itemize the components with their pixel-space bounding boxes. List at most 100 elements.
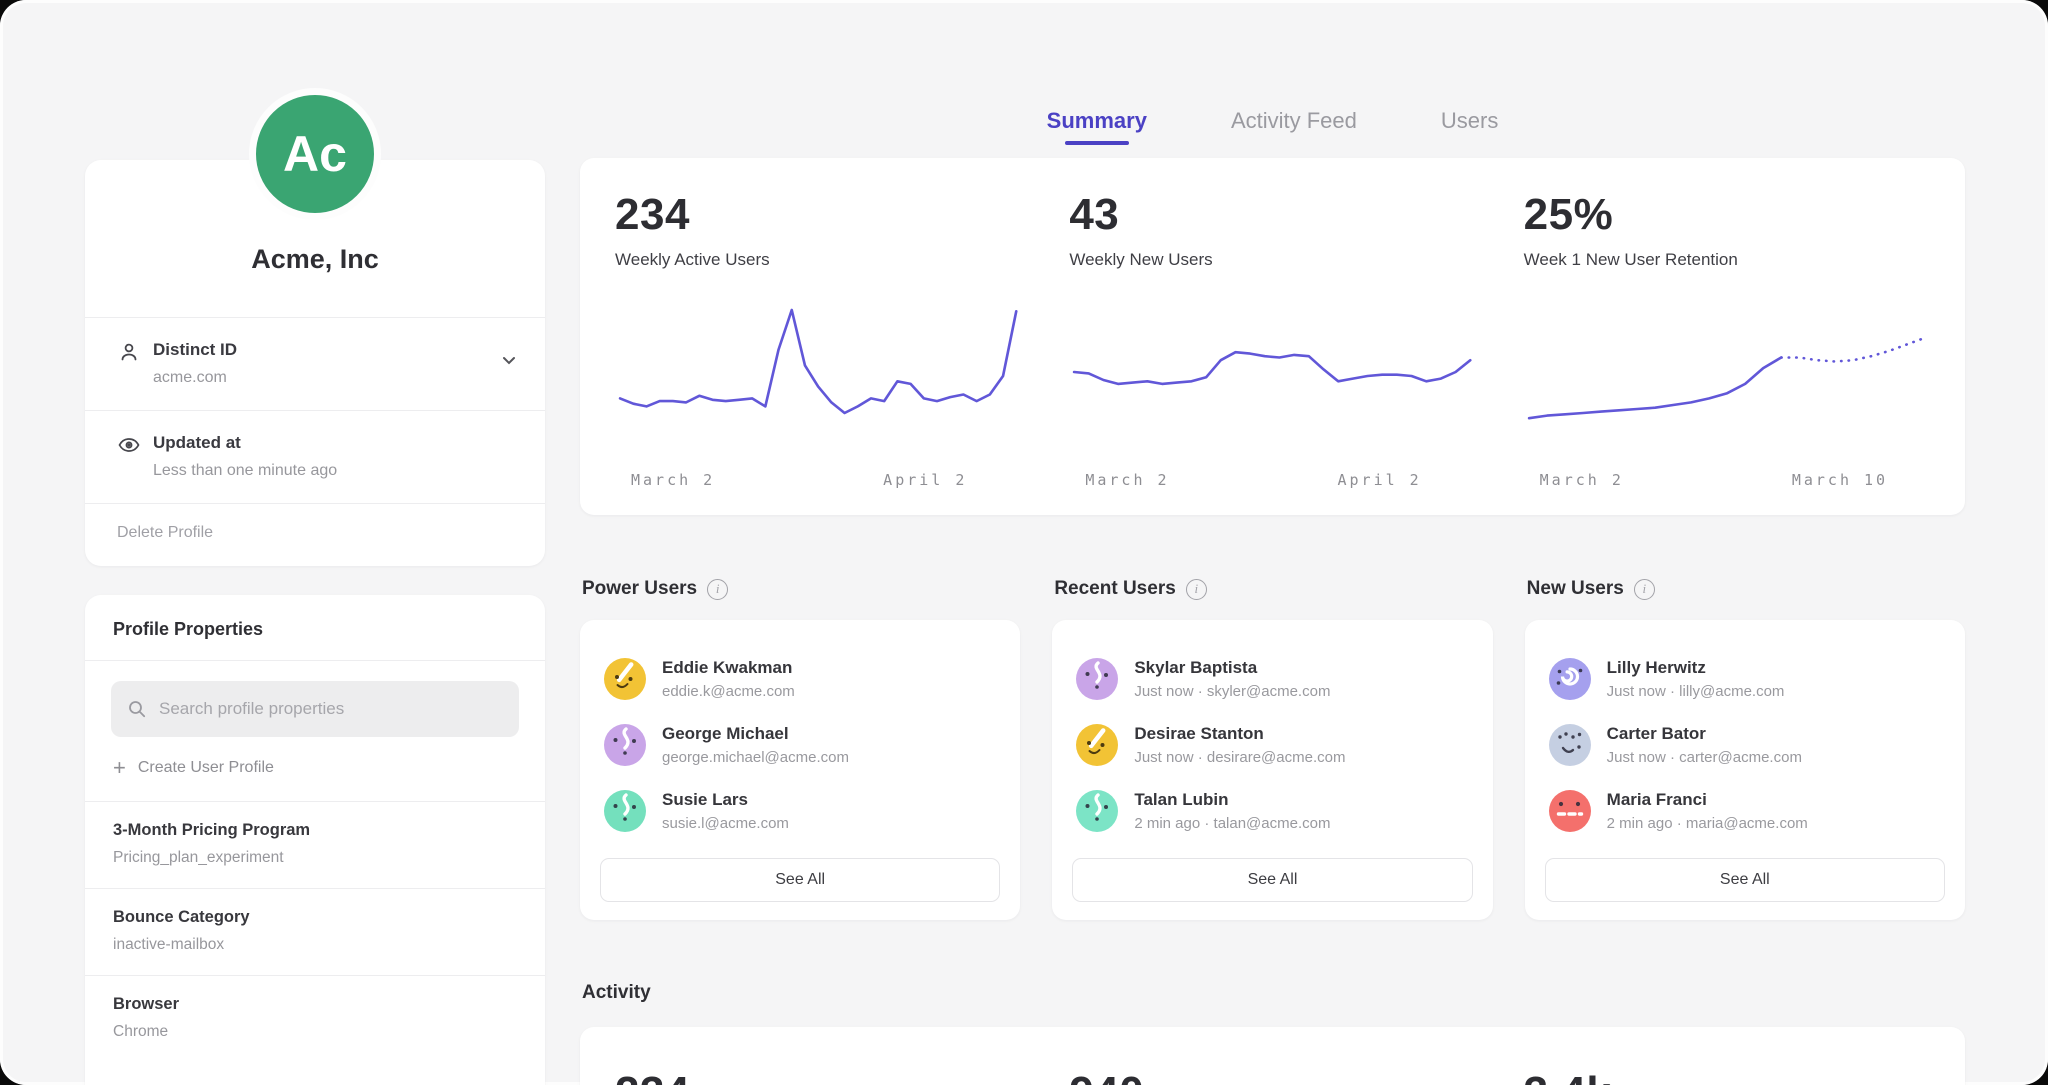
avatar-face-icon bbox=[1549, 724, 1591, 766]
activity-stat-value: 3.4k bbox=[1524, 1068, 1930, 1085]
avatar-initials: Ac bbox=[283, 125, 347, 183]
see-all-button[interactable]: See All bbox=[1545, 858, 1945, 902]
eye-icon bbox=[117, 433, 141, 457]
create-user-profile-button[interactable]: + Create User Profile bbox=[85, 737, 545, 801]
info-icon[interactable]: i bbox=[1634, 579, 1655, 600]
user-avatar bbox=[1076, 724, 1118, 766]
user-name: Carter Bator bbox=[1607, 724, 1802, 744]
user-avatar bbox=[604, 658, 646, 700]
user-avatar bbox=[1549, 724, 1591, 766]
user-row-maria-franci[interactable]: Maria Franci 2 min ago · maria@acme.com bbox=[1545, 778, 1945, 844]
plus-icon: + bbox=[113, 760, 126, 776]
user-list-card: Skylar BaptistaJust now · skyler@acme.co… bbox=[1052, 620, 1492, 920]
property-value: Chrome bbox=[113, 1023, 517, 1041]
create-user-profile-label: Create User Profile bbox=[138, 759, 274, 777]
field-value: Less than one minute ago bbox=[153, 462, 337, 480]
user-row-susie-lars[interactable]: Susie Larssusie.l@acme.com bbox=[600, 778, 1000, 844]
x-axis: March 2April 2 bbox=[615, 471, 1021, 495]
user-text: Susie Larssusie.l@acme.com bbox=[662, 790, 789, 832]
property-label: 3-Month Pricing Program bbox=[113, 821, 517, 840]
user-subtext: eddie.k@acme.com bbox=[662, 683, 795, 700]
user-row-eddie-kwakman[interactable]: Eddie Kwakmaneddie.k@acme.com bbox=[600, 646, 1000, 712]
divider bbox=[85, 660, 545, 661]
activity-stat-value: 234 bbox=[615, 1068, 1021, 1085]
metric-weekly-active-users: 234 Weekly Active Users March 2April 2 bbox=[615, 190, 1021, 495]
user-avatar bbox=[604, 790, 646, 832]
property-value: inactive-mailbox bbox=[113, 936, 517, 954]
user-avatar bbox=[1549, 790, 1591, 832]
user-row-lilly-herwitz[interactable]: Lilly Herwitz Just now · lilly@acme.com bbox=[1545, 646, 1945, 712]
user-name: Lilly Herwitz bbox=[1607, 658, 1785, 678]
profile-properties-list: 3-Month Pricing ProgramPricing_plan_expe… bbox=[85, 801, 545, 1062]
field-label: Updated at bbox=[153, 432, 337, 455]
stat-value: 43 bbox=[1069, 190, 1475, 240]
activity-stat-value: 940 bbox=[1069, 1068, 1475, 1085]
user-subtext: Just now · lilly@acme.com bbox=[1607, 683, 1785, 700]
user-subtext: 2 min ago · talan@acme.com bbox=[1134, 815, 1330, 832]
user-list-card: Eddie Kwakmaneddie.k@acme.com George Mic… bbox=[580, 620, 1020, 920]
user-subtext: 2 min ago · maria@acme.com bbox=[1607, 815, 1808, 832]
stat-label: Weekly Active Users bbox=[615, 250, 1021, 270]
see-all-button[interactable]: See All bbox=[1072, 858, 1472, 902]
info-icon[interactable]: i bbox=[1186, 579, 1207, 600]
x-tick: March 2 bbox=[631, 471, 715, 489]
tab-users[interactable]: Users bbox=[1441, 108, 1498, 145]
user-text: Lilly Herwitz Just now · lilly@acme.com bbox=[1607, 658, 1785, 700]
metric-weekly-new-users: 43Weekly New UsersMarch 2April 2 bbox=[1069, 190, 1475, 495]
avatar-face-icon bbox=[1076, 724, 1118, 766]
user-subtext: george.michael@acme.com bbox=[662, 749, 849, 766]
stat-label: Week 1 New User Retention bbox=[1524, 250, 1930, 270]
user-name: Maria Franci bbox=[1607, 790, 1808, 810]
stat-value: 234 bbox=[615, 190, 1021, 240]
x-tick: March 10 bbox=[1792, 471, 1888, 489]
metric-week-1-new-user-retention: 25%Week 1 New User RetentionMarch 2March… bbox=[1524, 190, 1930, 495]
metrics-chart-card: 234Weekly Active UsersMarch 2April 243We… bbox=[580, 158, 1965, 515]
user-avatar bbox=[1076, 658, 1118, 700]
user-row-carter-bator[interactable]: Carter BatorJust now · carter@acme.com bbox=[1545, 712, 1945, 778]
user-text: Carter BatorJust now · carter@acme.com bbox=[1607, 724, 1802, 766]
info-icon[interactable]: i bbox=[707, 579, 728, 600]
user-subtext: Just now · desirare@acme.com bbox=[1134, 749, 1345, 766]
property-item-3-month-pricing-program[interactable]: 3-Month Pricing ProgramPricing_plan_expe… bbox=[85, 801, 545, 888]
profile-properties-card: Profile Properties + Create User Profile… bbox=[85, 595, 545, 1085]
tab-activity-feed[interactable]: Activity Feed bbox=[1231, 108, 1357, 145]
user-row-desirae-stanton[interactable]: Desirae Stanton Just now · desirare@acme.… bbox=[1072, 712, 1472, 778]
chevron-down-icon bbox=[499, 350, 519, 370]
search-icon bbox=[127, 699, 147, 719]
field-value: acme.com bbox=[153, 369, 237, 387]
field-distinct-id[interactable]: Distinct ID acme.com bbox=[85, 317, 545, 410]
company-avatar: Ac bbox=[249, 88, 381, 220]
search-input[interactable] bbox=[157, 698, 503, 720]
property-item-browser[interactable]: Browser Chrome bbox=[85, 975, 545, 1062]
user-row-skylar-baptista[interactable]: Skylar BaptistaJust now · skyler@acme.co… bbox=[1072, 646, 1472, 712]
user-text: Desirae Stanton Just now · desirare@acme.… bbox=[1134, 724, 1345, 766]
avatar-face-icon bbox=[604, 724, 646, 766]
section-header: Recent Usersi bbox=[1054, 578, 1492, 600]
delete-profile-button[interactable]: Delete Profile bbox=[85, 503, 545, 566]
search-profile-properties[interactable] bbox=[111, 681, 519, 737]
section-recent-users: Recent Usersi Skylar BaptistaJust now · … bbox=[1052, 578, 1492, 920]
section-title: Power Users bbox=[582, 578, 697, 600]
x-tick: April 2 bbox=[1338, 471, 1422, 489]
section-header: New Usersi bbox=[1527, 578, 1965, 600]
user-row-talan-lubin[interactable]: Talan Lubin2 min ago · talan@acme.com bbox=[1072, 778, 1472, 844]
avatar-face-icon bbox=[604, 658, 646, 700]
app-window: Ac Acme, Inc Distinct ID acme.com bbox=[0, 0, 2048, 1085]
x-axis: March 2March 10 bbox=[1524, 471, 1930, 495]
user-list-card: Lilly Herwitz Just now · lilly@acme.com C… bbox=[1525, 620, 1965, 920]
property-item-bounce-category[interactable]: Bounce Categoryinactive-mailbox bbox=[85, 888, 545, 975]
user-name: Desirae Stanton bbox=[1134, 724, 1345, 744]
see-all-button[interactable]: See All bbox=[600, 858, 1000, 902]
section-header: Power Users i bbox=[582, 578, 1020, 600]
user-text: Skylar BaptistaJust now · skyler@acme.co… bbox=[1134, 658, 1330, 700]
line-chart bbox=[1524, 292, 1930, 457]
line-chart bbox=[1069, 292, 1475, 457]
user-avatar bbox=[1076, 790, 1118, 832]
user-avatar bbox=[1549, 658, 1591, 700]
stat-label: Weekly New Users bbox=[1069, 250, 1475, 270]
user-row-george-michael[interactable]: George Michaelgeorge.michael@acme.com bbox=[600, 712, 1000, 778]
activity-title: Activity bbox=[582, 982, 651, 1004]
tab-summary[interactable]: Summary bbox=[1047, 108, 1147, 145]
metrics-grid: 234Weekly Active UsersMarch 2April 243We… bbox=[615, 190, 1930, 495]
property-label: Browser bbox=[113, 995, 517, 1014]
